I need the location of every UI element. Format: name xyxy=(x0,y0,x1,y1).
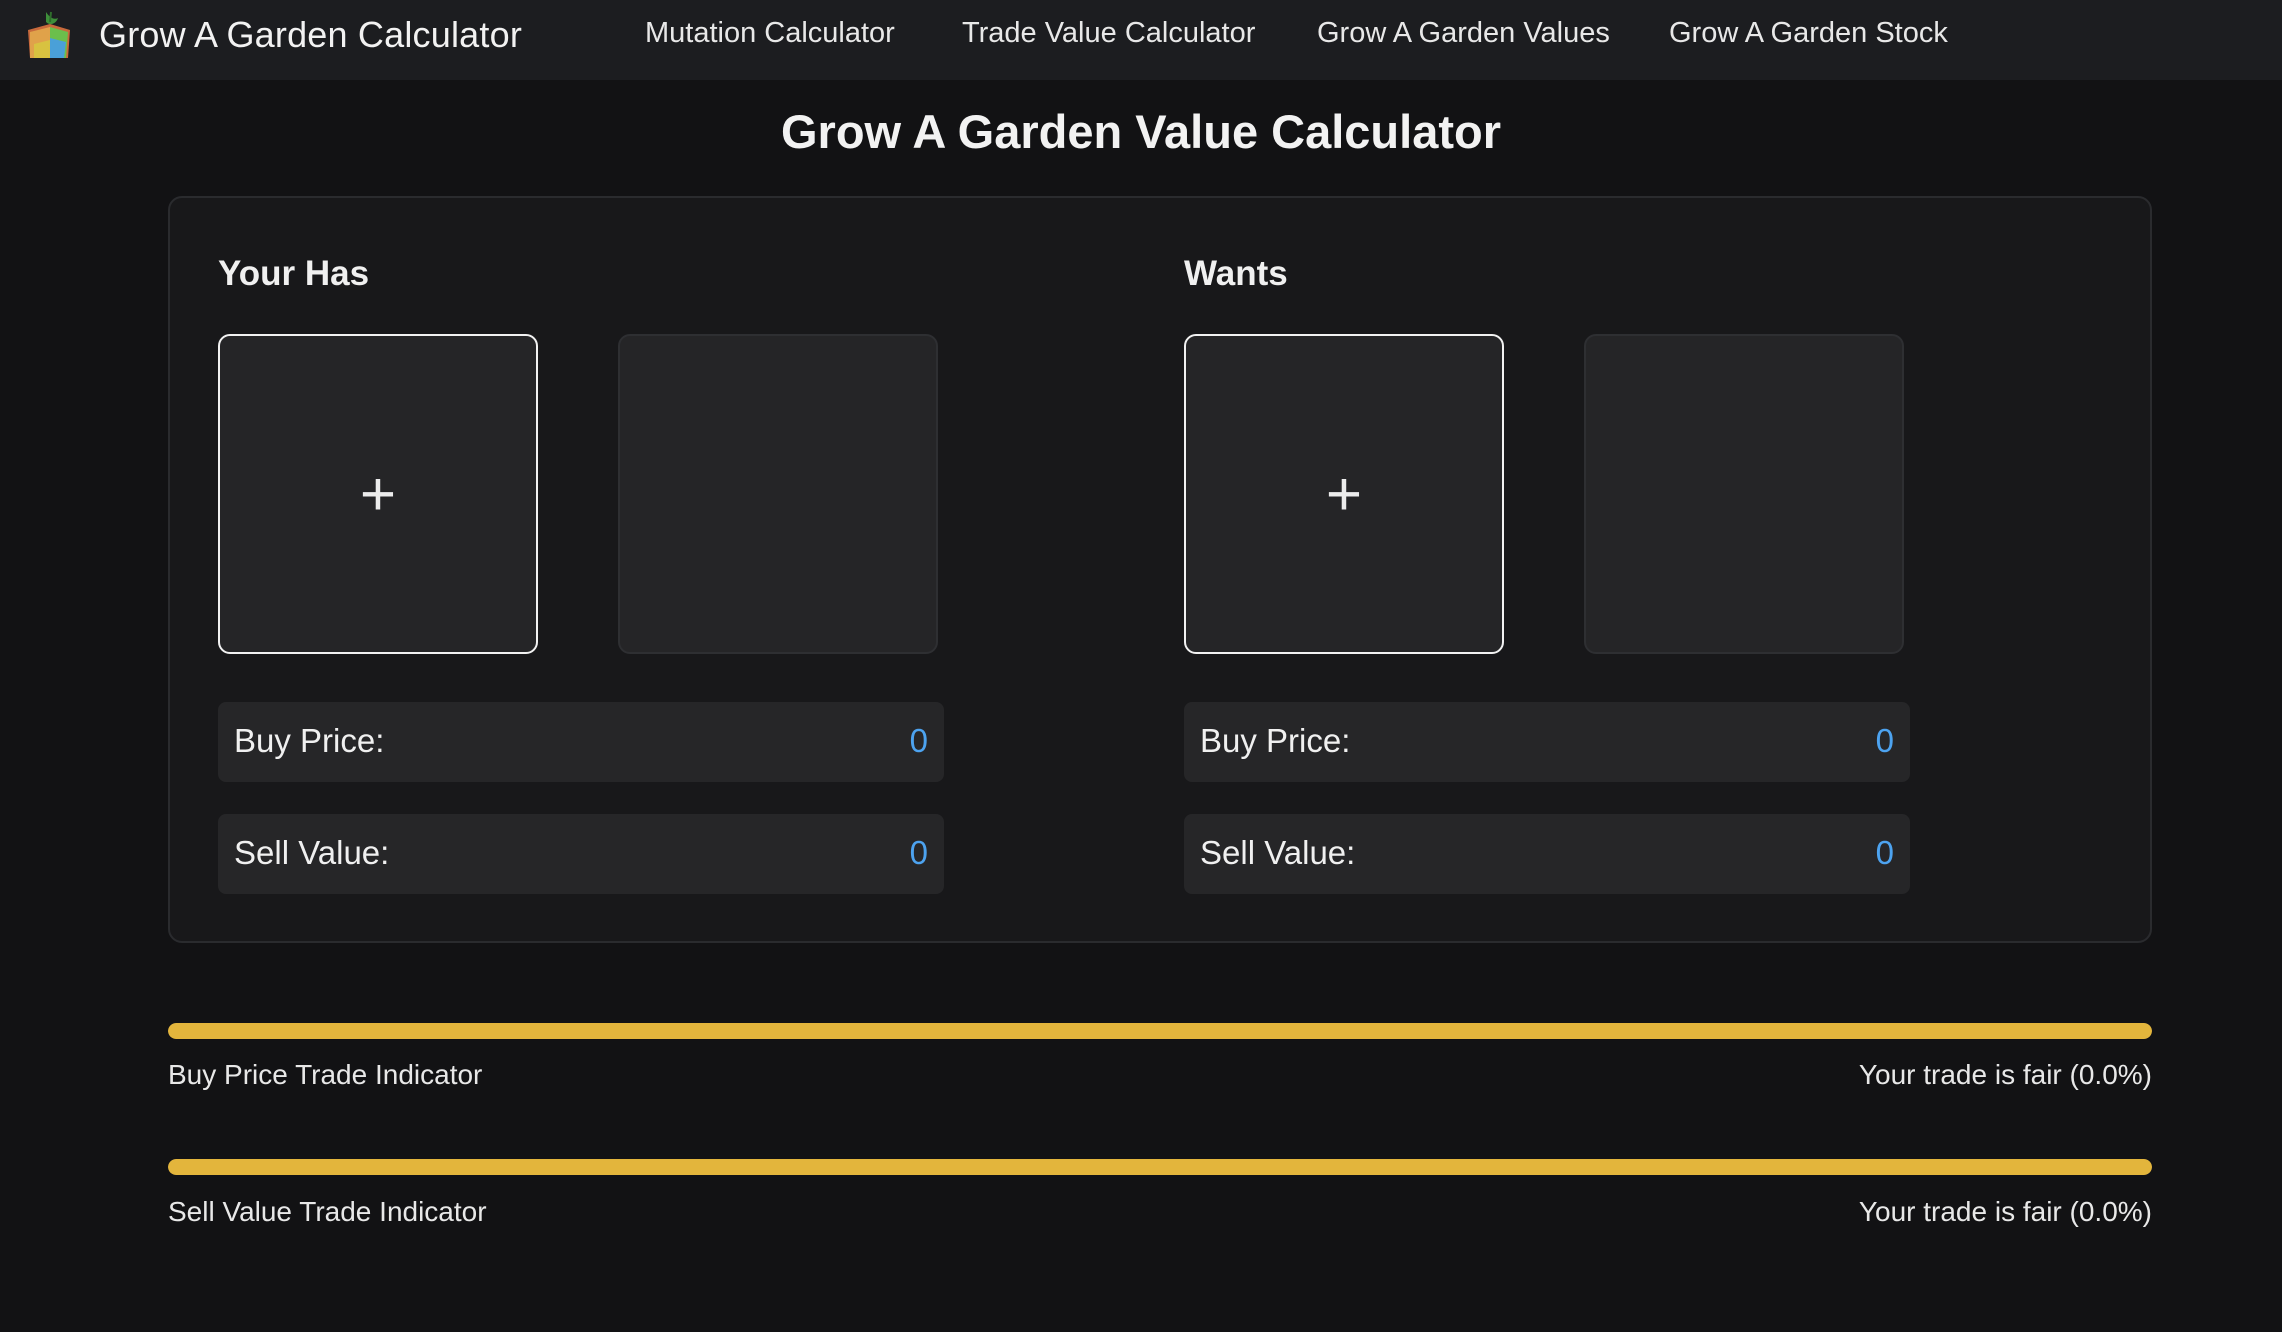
wants-sell-value-row: Sell Value: 0 xyxy=(1184,814,1910,894)
nav-grow-a-garden-values[interactable]: Grow A Garden Values xyxy=(1317,17,1610,50)
nav-grow-a-garden-stock[interactable]: Grow A Garden Stock xyxy=(1669,17,1948,50)
wants-title: Wants xyxy=(1184,254,1288,293)
has-buy-price-label: Buy Price: xyxy=(234,722,385,759)
brand-title[interactable]: Grow A Garden Calculator xyxy=(99,14,522,56)
nav-trade-value-calculator[interactable]: Trade Value Calculator xyxy=(962,17,1255,50)
buy-price-indicator-status: Your trade is fair (0.0%) xyxy=(1858,1059,2152,1090)
wants-buy-price-value: 0 xyxy=(1875,722,1894,759)
wants-buy-price-row: Buy Price: 0 xyxy=(1184,702,1910,782)
has-sell-value-label: Sell Value: xyxy=(234,834,390,871)
buy-price-indicator-bar xyxy=(168,1023,2152,1039)
wants-add-item-slot[interactable]: + xyxy=(1184,334,1504,654)
plus-icon: + xyxy=(359,459,397,529)
garden-crate-icon[interactable] xyxy=(24,8,74,62)
has-sell-value-row: Sell Value: 0 xyxy=(218,814,944,894)
navbar: Grow A Garden Calculator Mutation Calcul… xyxy=(0,0,2282,80)
sell-value-indicator-status: Your trade is fair (0.0%) xyxy=(1858,1196,2152,1227)
wants-sell-value-label: Sell Value: xyxy=(1200,834,1356,871)
plus-icon: + xyxy=(1325,459,1363,529)
buy-price-indicator-label: Buy Price Trade Indicator xyxy=(168,1059,483,1090)
has-add-item-slot[interactable]: + xyxy=(218,334,538,654)
wants-empty-slot xyxy=(1584,334,1904,654)
has-empty-slot xyxy=(618,334,938,654)
page-title: Grow A Garden Value Calculator xyxy=(781,105,1501,158)
sell-value-indicator-fill xyxy=(168,1159,2152,1175)
buy-price-indicator-fill xyxy=(168,1023,2152,1039)
wants-sell-value-value: 0 xyxy=(1875,834,1894,871)
has-buy-price-row: Buy Price: 0 xyxy=(218,702,944,782)
has-title: Your Has xyxy=(218,254,370,293)
sell-value-indicator-bar xyxy=(168,1159,2152,1175)
has-buy-price-value: 0 xyxy=(909,722,928,759)
sell-value-indicator-label: Sell Value Trade Indicator xyxy=(168,1196,487,1227)
wants-buy-price-label: Buy Price: xyxy=(1200,722,1351,759)
has-sell-value-value: 0 xyxy=(909,834,928,871)
nav-mutation-calculator[interactable]: Mutation Calculator xyxy=(645,17,895,50)
